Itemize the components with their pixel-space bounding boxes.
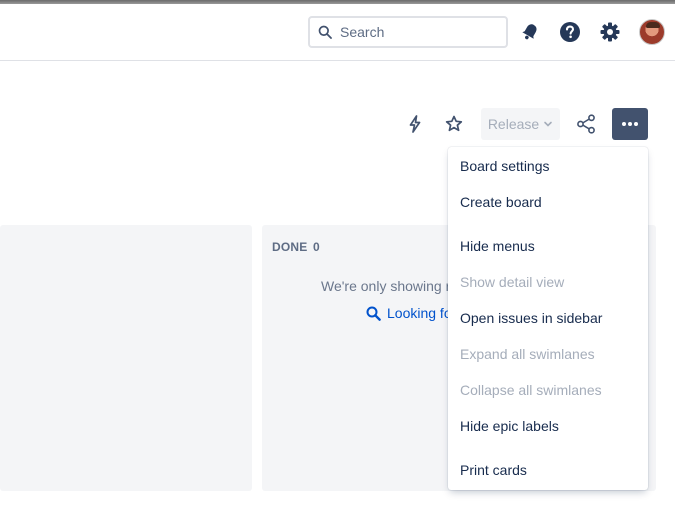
column-title: DONE 0: [272, 240, 320, 254]
empty-column-message: We're only showing r: [321, 278, 451, 294]
release-label: Release: [487, 116, 540, 132]
lightning-icon: [409, 115, 421, 133]
column-title-text: DONE: [272, 240, 308, 254]
share-icon: [577, 114, 595, 134]
settings-icon: [600, 22, 620, 42]
menu-item-board-settings[interactable]: Board settings: [460, 158, 550, 174]
notification-icon: [522, 24, 537, 40]
share-button[interactable]: [573, 111, 599, 137]
help-icon: [560, 22, 580, 42]
menu-item-show-detail-view: Show detail view: [460, 274, 565, 290]
column-issue-count: 0: [313, 240, 320, 254]
more-icon: [622, 122, 638, 126]
star-icon: [445, 115, 463, 132]
automation-button[interactable]: [402, 111, 428, 137]
search-input[interactable]: Search: [308, 16, 508, 48]
app-root: Search Release DONE 0 We're only showing…: [0, 0, 675, 532]
settings-button[interactable]: [596, 18, 624, 46]
menu-item-hide-epic-labels[interactable]: Hide epic labels: [460, 418, 559, 434]
search-placeholder: Search: [340, 24, 385, 40]
more-actions-menu: Board settings Create board Hide menus S…: [448, 147, 648, 490]
menu-item-hide-menus[interactable]: Hide menus: [460, 238, 535, 254]
release-button[interactable]: Release: [481, 108, 560, 140]
menu-item-create-board[interactable]: Create board: [460, 194, 542, 210]
search-icon: [366, 306, 381, 321]
menu-item-print-cards[interactable]: Print cards: [460, 462, 527, 478]
search-issues-link-text: Looking fo: [387, 305, 452, 321]
menu-item-open-issues-in-sidebar[interactable]: Open issues in sidebar: [460, 310, 602, 326]
search-icon: [318, 25, 332, 39]
star-button[interactable]: [441, 111, 467, 137]
search-issues-link[interactable]: Looking fo: [366, 305, 452, 321]
help-button[interactable]: [556, 18, 584, 46]
notification-button[interactable]: [516, 18, 544, 46]
menu-item-collapse-all-swimlanes: Collapse all swimlanes: [460, 382, 602, 398]
board-column: [0, 225, 252, 491]
menu-item-expand-all-swimlanes: Expand all swimlanes: [460, 346, 595, 362]
chevron-down-icon: [544, 121, 552, 127]
more-actions-button[interactable]: [612, 108, 648, 140]
avatar[interactable]: [639, 19, 665, 45]
top-navigation-bar: Search: [0, 4, 675, 61]
